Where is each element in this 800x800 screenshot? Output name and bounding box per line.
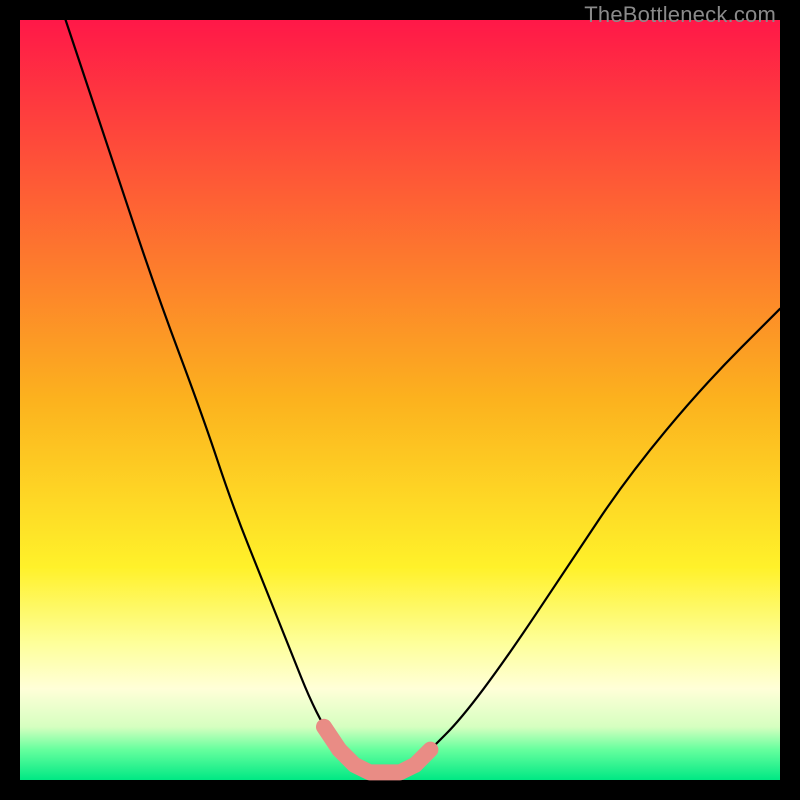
valley-highlight-segment: [339, 750, 415, 773]
valley-highlight-segment: [415, 750, 430, 765]
watermark: TheBottleneck.com: [584, 2, 776, 28]
valley-highlight: [324, 727, 430, 773]
bottleneck-curve: [66, 20, 780, 772]
chart-plot-area: [20, 20, 780, 780]
